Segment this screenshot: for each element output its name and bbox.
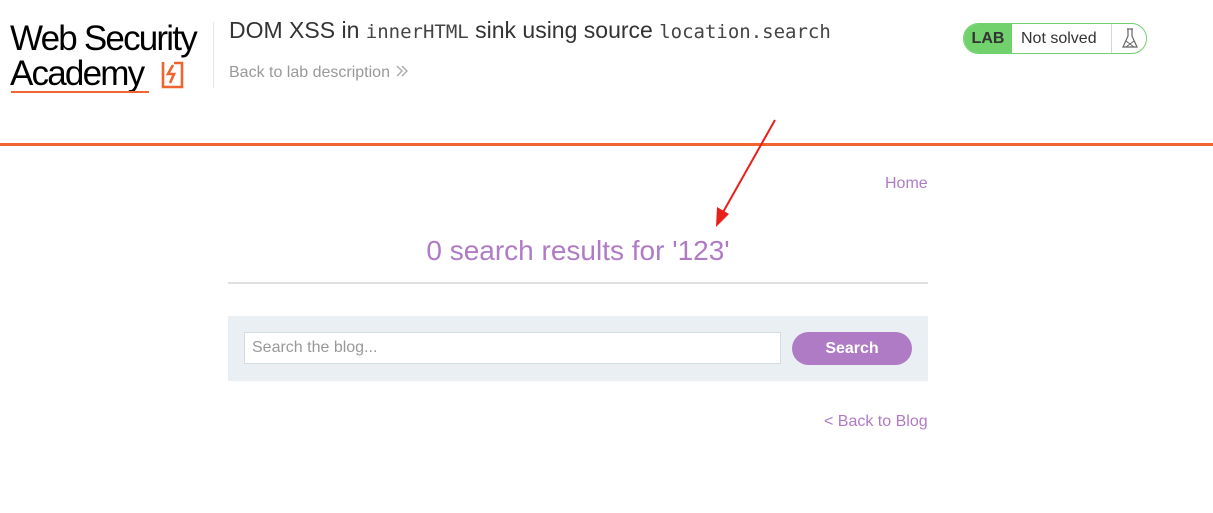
blog-search-input[interactable] [244,332,781,364]
search-button[interactable]: Search [792,332,912,365]
web-security-academy-logo[interactable]: Web Security Academy [10,20,210,96]
flask-icon [1122,28,1138,48]
lab-badge: LAB [964,24,1012,53]
back-to-blog-link[interactable]: < Back to Blog [824,413,928,431]
back-to-lab-description-label: Back to lab description [229,64,390,82]
lab-title-middle: sink using source [468,17,660,43]
logo-text-line1: Web Security [10,19,198,58]
site-header: Web Security Academy DOM XSS in innerHTM… [0,0,1213,143]
logo-underline [11,91,149,93]
home-link[interactable]: Home [885,175,928,193]
lightning-bolt-icon [161,61,184,89]
header-orange-rule [0,143,1213,146]
lab-title: DOM XSS in innerHTML sink using source l… [229,15,831,47]
search-results-heading: 0 search results for '123' [426,235,730,266]
double-chevron-right-icon [396,64,408,82]
lab-status-flask [1111,24,1146,53]
logo-text-line2: Academy [10,54,145,93]
lab-status-widget: LAB Not solved [963,23,1147,54]
lab-status-text: Not solved [1021,30,1097,47]
lab-title-code-sink: innerHTML [365,21,469,43]
lab-title-prefix: DOM XSS in [229,17,366,43]
results-divider [228,282,928,284]
search-panel: Search [228,316,928,381]
back-to-lab-description-link[interactable]: Back to lab description [229,64,408,82]
lab-title-code-source: location.search [659,21,831,43]
header-divider [213,22,214,88]
